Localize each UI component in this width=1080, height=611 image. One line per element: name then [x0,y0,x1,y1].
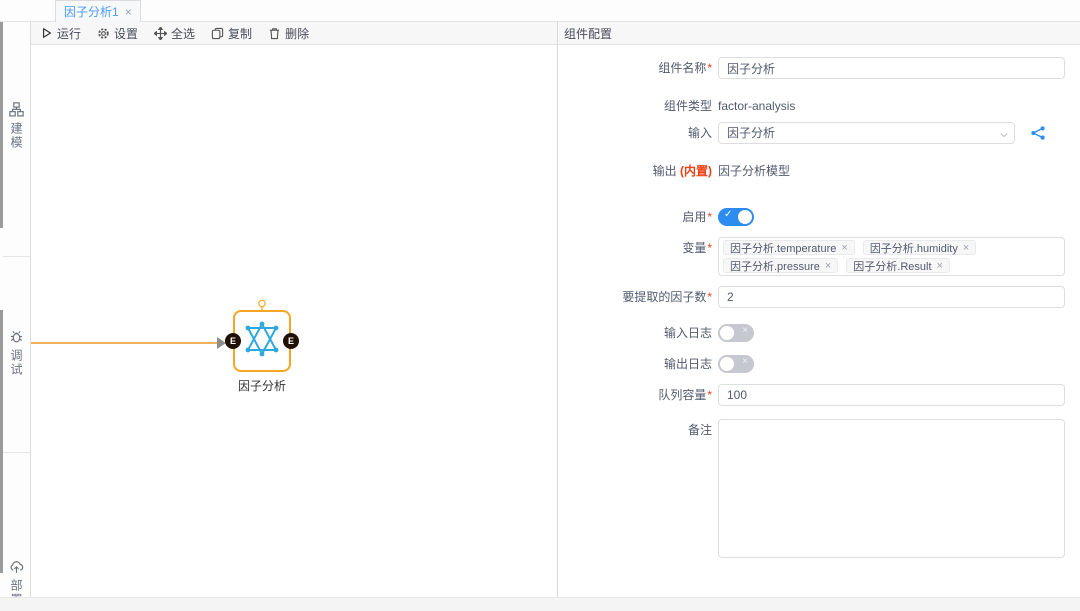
copy-label: 复制 [228,25,252,42]
sitemap-icon [9,102,24,117]
variable-tag[interactable]: 因子分析.humidity × [863,240,976,255]
trash-icon [268,27,281,40]
chevron-down-icon [1000,131,1008,139]
factor-count-label: 要提取的因子数 [622,290,706,304]
variable-tag-label: 因子分析.temperature [730,240,836,256]
remark-label: 备注 [688,423,712,437]
gear-icon [97,27,110,40]
required-mark: * [707,61,712,75]
toggle-cross-mark: × [742,356,748,367]
component-type-label: 组件类型 [664,99,712,113]
output-value: 因子分析模型 [718,160,790,182]
required-mark: * [707,241,712,255]
node-output-port[interactable]: E [283,333,299,349]
output-label: 输出 [653,164,677,178]
variables-label: 变量 [682,241,706,255]
copy-icon [211,27,224,40]
bottom-status-strip [0,597,1080,611]
toggle-knob [720,357,734,371]
run-button[interactable]: 运行 [41,25,81,42]
settings-button[interactable]: 设置 [97,25,138,42]
move-icon [154,27,167,40]
copy-button[interactable]: 复制 [211,25,252,42]
sidebar-label-modeling: 建模 [8,122,25,150]
lightbulb-icon [255,298,269,312]
play-icon [41,27,53,39]
run-label: 运行 [57,25,81,42]
toggle-cross-mark: × [742,325,748,336]
variable-tag-label: 因子分析.humidity [870,240,958,256]
input-select[interactable]: 因子分析 [718,122,1015,144]
edge-connector [31,342,221,344]
required-mark: * [707,290,712,304]
toggle-knob [720,326,734,340]
remove-tag-icon[interactable]: × [963,242,969,254]
tab-label: 因子分析1 [64,3,119,20]
required-mark: * [707,210,712,224]
variable-tag[interactable]: 因子分析.pressure × [723,258,838,273]
canvas-toolbar: 运行 设置 全选 复制 删除 [31,22,557,45]
settings-label: 设置 [114,25,138,42]
delete-button[interactable]: 删除 [268,25,309,42]
left-sidebar: 建模 调试 部署 [0,22,31,611]
enable-label: 启用 [682,210,706,224]
component-type-value: factor-analysis [718,95,795,117]
delete-label: 删除 [285,25,309,42]
input-select-value: 因子分析 [727,126,775,140]
variable-tag[interactable]: 因子分析.Result × [846,258,950,273]
component-name-label: 组件名称 [658,61,706,75]
input-log-label: 输入日志 [664,326,712,340]
tab-close-icon[interactable]: × [125,5,132,19]
output-log-label: 输出日志 [664,357,712,371]
toggle-check-mark: ✓ [724,209,732,220]
sidebar-divider [3,452,30,453]
workflow-canvas[interactable]: E E 因子分析 [31,45,557,597]
cloud-upload-icon [9,559,24,574]
sidebar-divider [3,256,30,257]
required-mark: * [707,388,712,402]
toggle-knob [738,210,752,224]
variables-multiselect[interactable]: 因子分析.temperature×因子分析.humidity×因子分析.pres… [718,237,1065,276]
node-input-port[interactable]: E [225,333,241,349]
component-name-input[interactable] [718,57,1065,79]
sidebar-item-debug[interactable]: 调试 [3,329,30,377]
enable-toggle[interactable]: ✓ [718,208,754,226]
panel-title: 组件配置 [564,25,612,42]
panel-header: 组件配置 [558,22,1080,45]
app-window: 因子分析1 × 运行 设置 全选 复制 删除 组件配置 [0,0,1080,611]
variable-tag-label: 因子分析.Result [853,258,931,274]
remove-tag-icon[interactable]: × [825,260,831,272]
queue-capacity-label: 队列容量 [658,388,706,402]
built-in-tag: (内置) [680,164,712,178]
select-all-button[interactable]: 全选 [154,25,195,42]
sidebar-item-modeling[interactable]: 建模 [3,102,30,150]
select-all-label: 全选 [171,25,195,42]
input-label: 输入 [688,126,712,140]
remove-tag-icon[interactable]: × [937,260,943,272]
node-label: 因子分析 [217,377,307,394]
hexagram-node-icon [244,321,280,357]
remove-tag-icon[interactable]: × [841,242,847,254]
remark-textarea[interactable] [718,419,1065,558]
sidebar-label-debug: 调试 [8,349,25,377]
factor-count-input[interactable] [718,286,1065,308]
variable-tag[interactable]: 因子分析.temperature × [723,240,855,255]
tab-bar: 因子分析1 × [0,0,1080,22]
bug-icon [9,329,24,344]
output-log-toggle[interactable]: × [718,355,754,373]
tab-factor-analysis[interactable]: 因子分析1 × [55,0,141,22]
input-log-toggle[interactable]: × [718,324,754,342]
queue-capacity-input[interactable] [718,384,1065,406]
share-icon[interactable] [1030,125,1046,141]
component-config-panel: 组件名称* 组件类型 factor-analysis 输入 因子分析 输出 (内… [558,45,1080,597]
variable-tag-label: 因子分析.pressure [730,258,820,274]
